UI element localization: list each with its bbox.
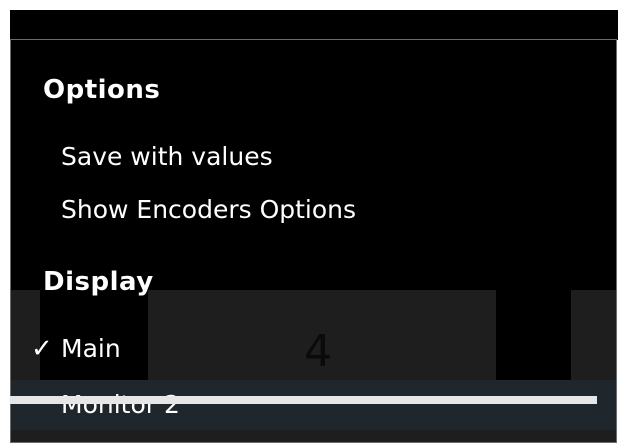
app-header-strip	[10, 10, 618, 40]
context-menu: 4 Options Save with values Show Encoders…	[10, 39, 617, 443]
checkmark-icon: ✓	[31, 334, 53, 364]
menu-item-show-encoders-options[interactable]: Show Encoders Options	[11, 185, 616, 235]
menu-item-label: Show Encoders Options	[61, 195, 357, 224]
menu-item-monitor-2[interactable]: Monitor 2	[11, 380, 616, 430]
screen: 4 Options Save with values Show Encoders…	[0, 0, 621, 443]
section-header-display: Display	[43, 267, 154, 297]
background-bottom-bar	[10, 396, 597, 404]
section-header-options: Options	[43, 75, 161, 105]
menu-item-label: Save with values	[61, 142, 273, 171]
menu-item-label: Main	[61, 334, 121, 363]
menu-item-save-with-values[interactable]: Save with values	[11, 132, 616, 182]
menu-item-main[interactable]: ✓ Main	[11, 324, 616, 374]
menu-item-label: Monitor 2	[61, 390, 180, 419]
